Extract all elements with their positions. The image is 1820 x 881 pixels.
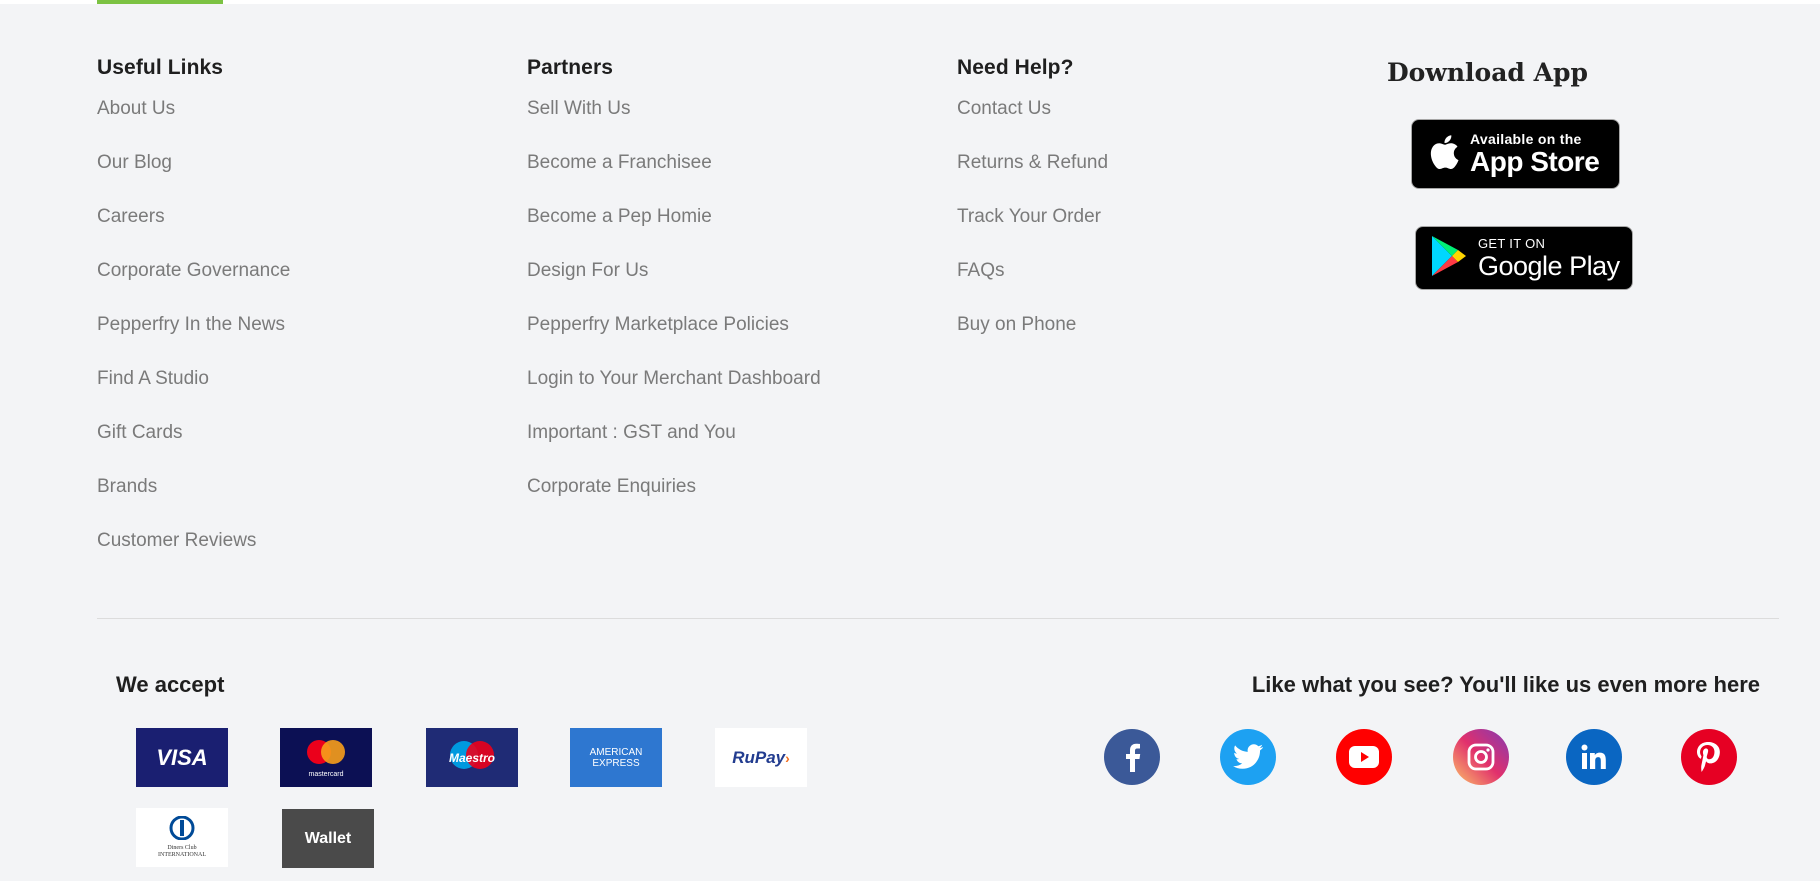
mastercard-label: mastercard [308,770,344,778]
link-corporate-enquiries[interactable]: Corporate Enquiries [527,476,821,530]
need-help-column: Need Help? Contact Us Returns & Refund T… [957,56,1108,368]
we-accept-heading: We accept [116,672,225,697]
footer-divider [97,618,1779,619]
useful-links-column: Useful Links About Us Our Blog Careers C… [97,56,290,584]
mastercard-logo-icon [304,738,348,771]
useful-links-heading: Useful Links [97,56,224,79]
pinterest-icon[interactable] [1681,729,1737,785]
wallet-card: Wallet [282,809,374,868]
amex-label: AMERICAN EXPRESS [589,746,643,769]
rupay-arrow-icon: › [785,749,790,766]
rupay-label: RuPay [732,747,786,767]
app-store-small-text: Available on the [1470,131,1582,147]
partners-column: Partners Sell With Us Become a Franchise… [527,56,821,530]
need-help-heading: Need Help? [957,56,1074,79]
link-buy-on-phone[interactable]: Buy on Phone [957,314,1108,368]
diners-club-logo-icon [168,815,196,845]
twitter-icon[interactable] [1220,729,1276,785]
link-become-pep-homie[interactable]: Become a Pep Homie [527,206,821,260]
google-play-badge[interactable]: GET IT ON Google Play [1415,226,1633,290]
apple-icon [1426,132,1460,177]
link-contact-us[interactable]: Contact Us [957,98,1108,152]
link-corporate-governance[interactable]: Corporate Governance [97,260,290,314]
google-play-big-text: Google Play [1478,250,1620,281]
top-border [0,0,1820,4]
link-become-franchisee[interactable]: Become a Franchisee [527,152,821,206]
link-about-us[interactable]: About Us [97,98,290,152]
link-returns-refund[interactable]: Returns & Refund [957,152,1108,206]
visa-label: VISA [156,744,208,770]
link-in-the-news[interactable]: Pepperfry In the News [97,314,290,368]
download-app-heading: Download App [1387,58,1588,87]
amex-card: AMERICAN EXPRESS [570,728,662,787]
app-store-big-text: App Store [1470,146,1600,177]
mastercard-card: mastercard [280,728,372,787]
link-our-blog[interactable]: Our Blog [97,152,290,206]
link-find-a-studio[interactable]: Find A Studio [97,368,290,422]
link-brands[interactable]: Brands [97,476,290,530]
partners-heading: Partners [527,56,614,79]
link-gst-and-you[interactable]: Important : GST and You [527,422,821,476]
facebook-icon[interactable] [1104,729,1160,785]
google-play-small-text: GET IT ON [1478,235,1546,251]
google-play-icon [1430,234,1468,283]
diners-club-card: Diners Club INTERNATIONAL [136,808,228,867]
link-careers[interactable]: Careers [97,206,290,260]
link-marketplace-policies[interactable]: Pepperfry Marketplace Policies [527,314,821,368]
diners-club-label: Diners Club INTERNATIONAL [158,845,206,858]
instagram-icon[interactable] [1453,729,1509,785]
wallet-label: Wallet [304,829,352,847]
link-sell-with-us[interactable]: Sell With Us [527,98,821,152]
youtube-icon[interactable] [1336,729,1392,785]
link-track-order[interactable]: Track Your Order [957,206,1108,260]
link-merchant-dashboard[interactable]: Login to Your Merchant Dashboard [527,368,821,422]
visa-card: VISA [136,728,228,787]
social-heading: Like what you see? You'll like us even m… [1251,672,1760,697]
active-tab-indicator [97,0,223,4]
maestro-card: Maestro [426,728,518,787]
maestro-label: Maestro [448,750,495,765]
link-gift-cards[interactable]: Gift Cards [97,422,290,476]
link-faqs[interactable]: FAQs [957,260,1108,314]
app-store-badge[interactable]: Available on the App Store [1411,119,1620,189]
link-customer-reviews[interactable]: Customer Reviews [97,530,290,584]
link-design-for-us[interactable]: Design For Us [527,260,821,314]
rupay-card: RuPay › [715,728,807,787]
linkedin-icon[interactable] [1566,729,1622,785]
